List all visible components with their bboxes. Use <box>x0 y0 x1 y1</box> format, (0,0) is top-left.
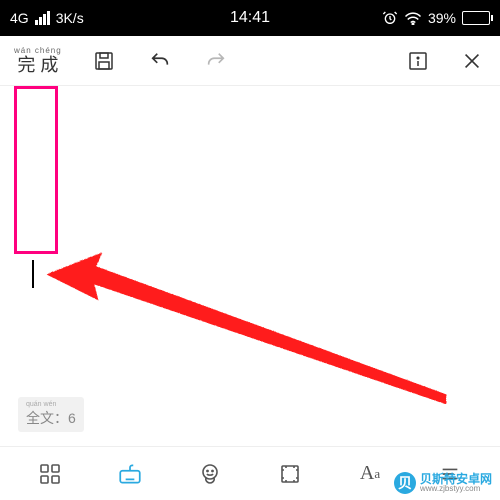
editor-canvas[interactable]: quán wén 全文：6 贝 贝斯特安卓网 www.zjbstyy.com <box>0 86 500 500</box>
done-pinyin: wán chéng <box>14 47 62 55</box>
done-label: 完 成 <box>17 55 58 75</box>
frame-icon[interactable] <box>275 459 305 489</box>
keyboard-icon[interactable] <box>115 459 145 489</box>
close-button[interactable] <box>458 47 486 75</box>
clock: 14:41 <box>170 9 330 27</box>
text-style-icon[interactable]: Aa <box>355 459 385 489</box>
editor-toolbar: wán chéng 完 成 <box>0 36 500 86</box>
status-right: 39% <box>330 10 490 26</box>
alarm-icon <box>382 10 398 26</box>
annotation-highlight-box <box>14 86 58 254</box>
battery-icon <box>462 11 490 25</box>
redo-button[interactable] <box>202 47 230 75</box>
wifi-icon <box>404 11 422 25</box>
network-label: 4G <box>10 10 29 26</box>
status-bar: 4G 3K/s 14:41 39% <box>0 0 500 36</box>
watermark-url: www.zjbstyy.com <box>420 485 492 493</box>
undo-button[interactable] <box>146 47 174 75</box>
wc-pinyin: quán wén <box>26 401 76 408</box>
face-icon[interactable] <box>195 459 225 489</box>
watermark: 贝 贝斯特安卓网 www.zjbstyy.com <box>394 472 492 494</box>
annotation-arrow <box>46 244 456 404</box>
done-button[interactable]: wán chéng 完 成 <box>14 47 62 74</box>
signal-icon <box>35 11 50 25</box>
info-button[interactable] <box>404 47 432 75</box>
status-left: 4G 3K/s <box>10 10 170 26</box>
save-button[interactable] <box>90 47 118 75</box>
speed-label: 3K/s <box>56 10 84 26</box>
word-count-chip[interactable]: quán wén 全文：6 <box>18 397 84 432</box>
grid-icon[interactable] <box>35 459 65 489</box>
text-cursor <box>32 260 34 288</box>
battery-pct: 39% <box>428 10 456 26</box>
watermark-badge: 贝 <box>394 472 416 494</box>
